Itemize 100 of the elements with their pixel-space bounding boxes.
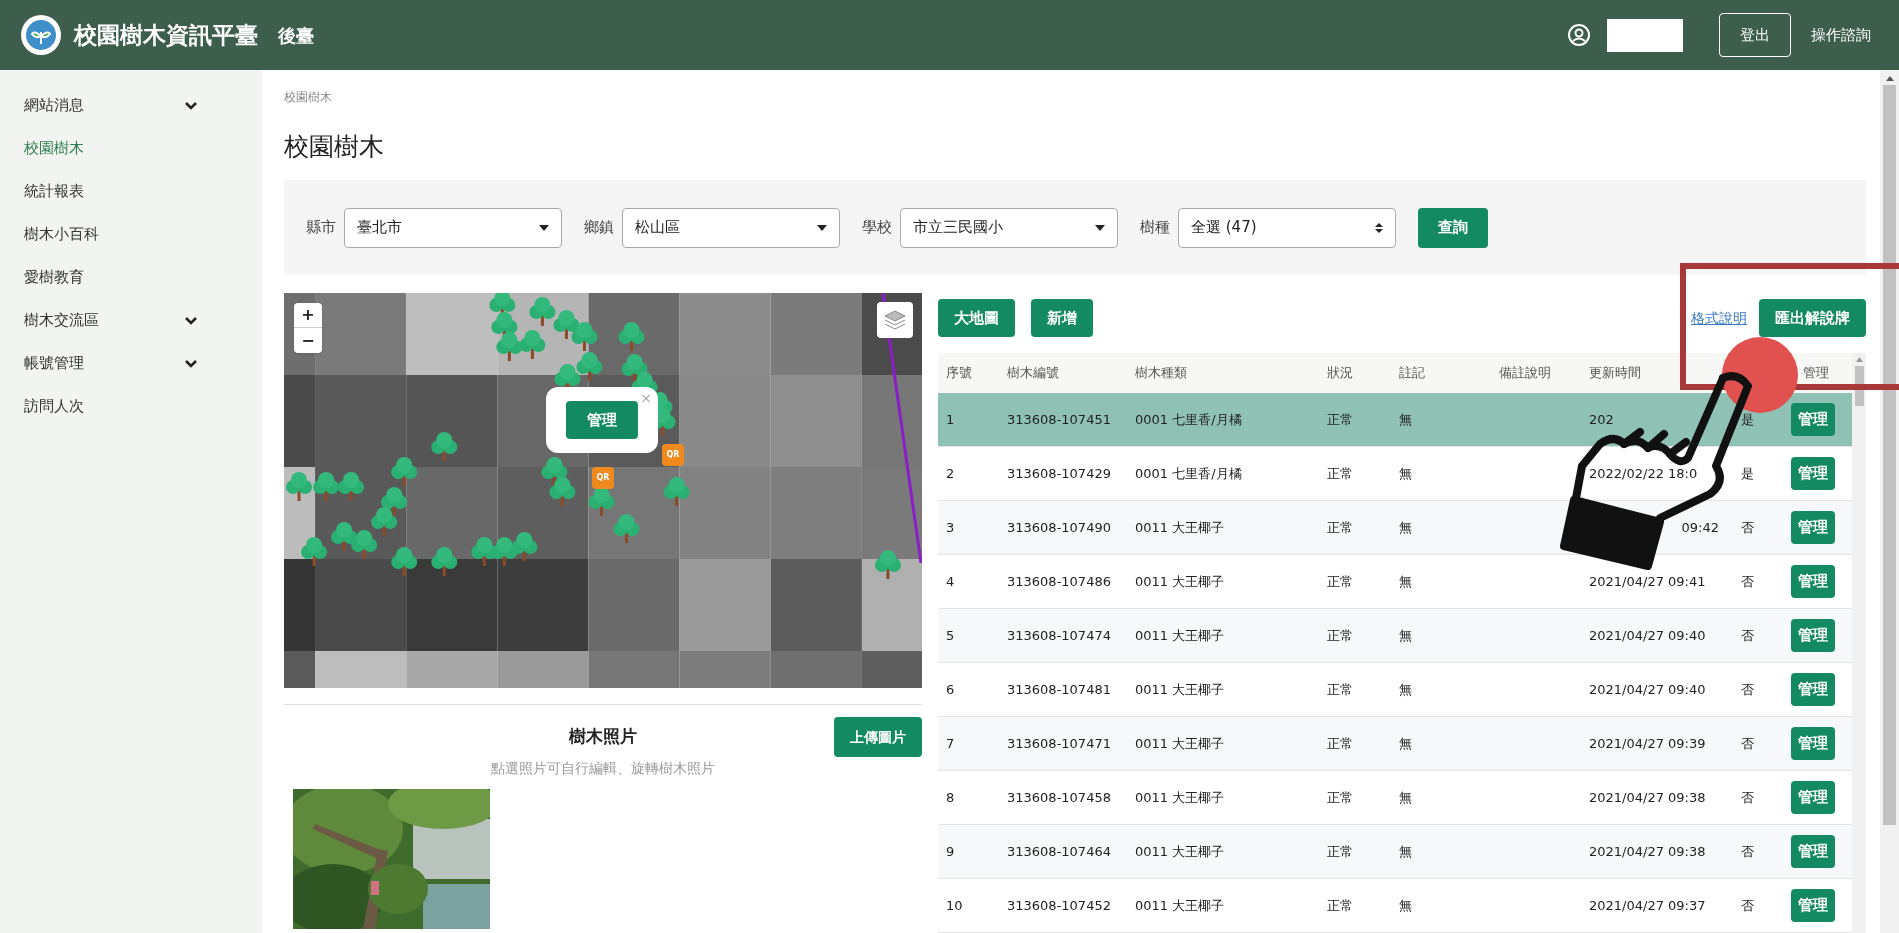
popup-manage-button[interactable]: 管理: [566, 401, 638, 439]
table-cell-text: 2021/04/27 09:41: [1589, 572, 1706, 591]
search-button[interactable]: 查詢: [1418, 207, 1488, 248]
table-row[interactable]: 5 313608-107474 0011 大王椰子 正常 無 2021/04/27 09:40 否 管理: [938, 609, 1852, 663]
logo-icon: [20, 14, 62, 56]
sidebar-item[interactable]: 校園樹木: [0, 127, 262, 170]
select-field[interactable]: 松山區: [622, 207, 840, 248]
manage-button[interactable]: 管理: [1791, 727, 1835, 760]
manage-button[interactable]: 管理: [1791, 673, 1835, 706]
table-cell: 無: [1399, 681, 1412, 697]
manage-button[interactable]: 管理: [1791, 835, 1835, 868]
table-cell: 9: [946, 843, 955, 859]
table-cell: 否: [1741, 681, 1754, 697]
table-cell: 313608-107451: [1007, 411, 1111, 427]
toolbar-button[interactable]: 新增: [1031, 299, 1093, 337]
table-row[interactable]: 1 313608-107451 0001 七里香/月橘 正常 無 202 是 管理: [938, 393, 1852, 447]
format-help-link[interactable]: 格式說明: [1691, 307, 1747, 329]
table-cell: 否: [1741, 897, 1754, 913]
map[interactable]: + − 管理 × QR QR: [284, 293, 922, 688]
manage-button[interactable]: 管理: [1791, 781, 1835, 814]
manage-button[interactable]: 管理: [1791, 889, 1835, 922]
table-cell-text: 09:42: [1681, 518, 1719, 537]
page-scrollbar[interactable]: [1880, 70, 1899, 933]
table-cell: 3: [946, 519, 955, 535]
column-header: 狀況: [1327, 365, 1353, 381]
table-cell: 無: [1399, 573, 1412, 589]
breadcrumb[interactable]: 校園樹木: [284, 88, 1866, 106]
table-cell: 0011 大王椰子: [1135, 627, 1225, 643]
sidebar-item[interactable]: 統計報表: [0, 170, 262, 213]
table-cell: 是: [1741, 411, 1754, 427]
table-cell: 正常: [1327, 465, 1353, 481]
photos-title: 樹木照片: [569, 725, 637, 749]
table-cell: 0011 大王椰子: [1135, 573, 1225, 589]
table-cell: 0011 大王椰子: [1135, 681, 1225, 697]
table-cell: 313608-107481: [1007, 681, 1111, 697]
column-header: 樹木種類: [1135, 365, 1187, 381]
table-cell: 無: [1399, 897, 1412, 913]
sidebar-item[interactable]: 樹木小百科: [0, 213, 262, 256]
scroll-up-arrow-icon[interactable]: [1885, 76, 1894, 81]
table-cell: 0011 大王椰子: [1135, 519, 1225, 535]
scrollbar-thumb[interactable]: [1883, 85, 1896, 825]
column-header: 序號: [946, 365, 972, 381]
table-cell-text: 202: [1589, 410, 1614, 429]
manage-button[interactable]: 管理: [1791, 565, 1835, 598]
table-cell: 0011 大王椰子: [1135, 843, 1225, 859]
table-scrollbar[interactable]: [1852, 353, 1866, 933]
table-cell: 6: [946, 681, 955, 697]
sidebar-item[interactable]: 訪問人次: [0, 385, 262, 428]
layers-button[interactable]: [877, 302, 913, 338]
zoom-in-button[interactable]: +: [294, 303, 322, 328]
sidebar-item[interactable]: 愛樹教育: [0, 256, 262, 299]
table-cell-text: 2022/02/22 18:0: [1589, 464, 1698, 483]
help-link[interactable]: 操作諮詢: [1811, 23, 1879, 47]
table-cell: 否: [1741, 789, 1754, 805]
table-cell: 313608-107452: [1007, 897, 1111, 913]
sidebar-item[interactable]: 帳號管理: [0, 342, 262, 385]
table-cell: 正常: [1327, 789, 1353, 805]
table-cell: 313608-107471: [1007, 735, 1111, 751]
table-cell-text: 2021/04/27 09:37: [1589, 896, 1706, 915]
table-cell: 否: [1741, 573, 1754, 589]
table-cell: 否: [1741, 735, 1754, 751]
table-cell: 313608-107490: [1007, 519, 1111, 535]
select-field[interactable]: 臺北市: [344, 207, 562, 248]
table-cell: 4: [946, 573, 955, 589]
table-row[interactable]: 3 313608-107490 0011 大王椰子 正常 無 09:42 否 管理: [938, 501, 1852, 555]
toolbar-button[interactable]: 大地圖: [938, 299, 1015, 337]
manage-button[interactable]: 管理: [1791, 403, 1835, 436]
filter-label: 樹種: [1140, 217, 1170, 239]
table-cell: 7: [946, 735, 955, 751]
logout-button[interactable]: 登出: [1719, 13, 1791, 57]
table-cell: 無: [1399, 627, 1412, 643]
table-cell: 正常: [1327, 573, 1353, 589]
table-cell: 否: [1741, 519, 1754, 535]
table-cell: 313608-107486: [1007, 573, 1111, 589]
manage-button[interactable]: 管理: [1791, 511, 1835, 544]
up-down-caret-icon: [1375, 221, 1383, 234]
table-cell: 正常: [1327, 681, 1353, 697]
filter-label: 鄉鎮: [584, 217, 614, 239]
scrollbar-thumb[interactable]: [1854, 366, 1864, 406]
manage-button[interactable]: 管理: [1791, 457, 1835, 490]
table-cell: 313608-107429: [1007, 465, 1111, 481]
select-field[interactable]: 市立三民國小: [900, 207, 1118, 248]
manage-button[interactable]: 管理: [1791, 619, 1835, 652]
table-cell: 0011 大王椰子: [1135, 789, 1225, 805]
filter-label: 縣市: [306, 217, 336, 239]
export-button[interactable]: 匯出解說牌: [1759, 299, 1866, 337]
table-row[interactable]: 9 313608-107464 0011 大王椰子 正常 無 2021/04/27 09:38 否 管理: [938, 825, 1852, 879]
caret-down-icon: [817, 224, 827, 231]
sidebar-item[interactable]: 樹木交流區: [0, 299, 262, 342]
select-field[interactable]: 全選 (47): [1178, 207, 1396, 248]
column-header: 備註說明: [1499, 365, 1551, 381]
sidebar-item[interactable]: 網站消息: [0, 84, 262, 127]
user-icon: [1567, 23, 1591, 47]
table-cell-text: 2021/04/27 09:38: [1589, 788, 1706, 807]
table-cell: 0001 七里香/月橘: [1135, 465, 1242, 481]
table-row[interactable]: 7 313608-107471 0011 大王椰子 正常 無 2021/04/27 09:39 否 管理: [938, 717, 1852, 771]
table-cell: 2: [946, 465, 955, 481]
table-cell: 是: [1741, 465, 1754, 481]
zoom-out-button[interactable]: −: [294, 328, 322, 353]
upload-image-button[interactable]: 上傳圖片: [834, 717, 922, 757]
